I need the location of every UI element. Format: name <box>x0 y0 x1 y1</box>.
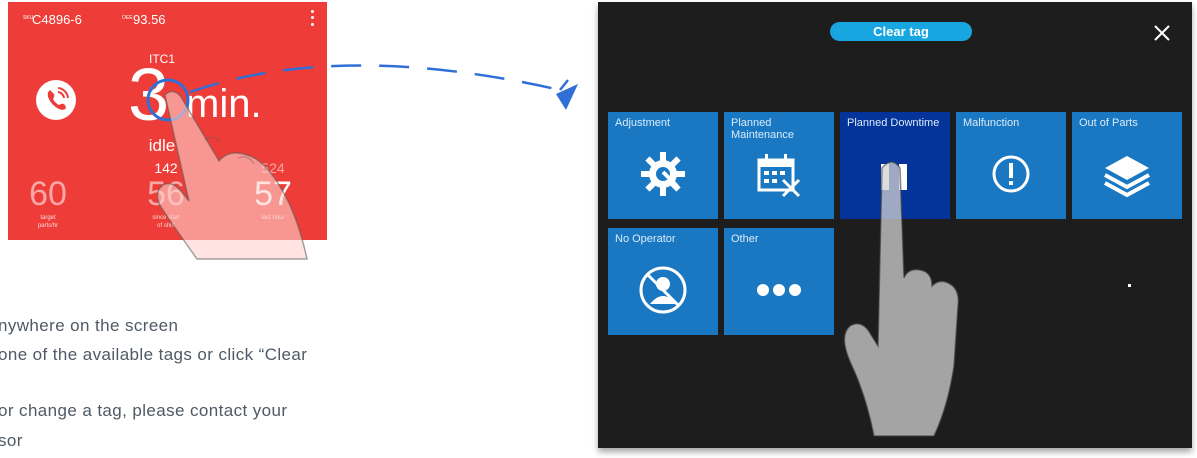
sku-value: C4896-6 <box>32 12 82 27</box>
tile-label: No Operator <box>615 233 676 245</box>
instruction-line-3: or change a tag, please contact your <box>0 401 288 420</box>
tag-dialog: Clear tag Adjustment Planned Maintenance <box>598 2 1192 448</box>
phone-icon <box>36 80 76 120</box>
machine-state: idle <box>148 136 176 155</box>
close-icon[interactable] <box>1151 22 1173 44</box>
tile-label: Planned Maintenance <box>731 117 794 141</box>
stat-shift-label-2: of shift <box>157 223 175 229</box>
tag-tile-adjustment[interactable]: Adjustment <box>608 112 718 219</box>
calendar-tools-icon <box>757 154 801 198</box>
stat-hour-value: 57 <box>254 175 292 213</box>
dashed-arrow-icon <box>189 64 578 110</box>
oee-value: 93.56 <box>133 12 166 27</box>
instruction-line-2: one of the available tags or click “Clea… <box>0 345 308 364</box>
tag-tile-planned-downtime[interactable]: Planned Downtime <box>840 112 950 219</box>
ellipsis-icon <box>757 284 801 296</box>
tag-tile-no-operator[interactable]: No Operator <box>608 228 718 335</box>
idle-duration-value: 3 <box>128 53 170 136</box>
tile-label: Malfunction <box>963 117 1020 129</box>
stat-shift-value: 56 <box>147 175 185 213</box>
tag-tile-malfunction[interactable]: Malfunction <box>956 112 1066 219</box>
stat-target-value: 60 <box>29 175 67 213</box>
stat-shift-label-1: since start <box>152 215 180 221</box>
tile-label: Other <box>731 233 759 245</box>
layers-icon <box>1104 156 1150 198</box>
stat-hour-count: 524 <box>261 160 285 176</box>
tile-label: Out of Parts <box>1079 117 1138 129</box>
stat-shift-count: 142 <box>154 160 178 176</box>
tag-tile-other[interactable]: Other <box>724 228 834 335</box>
instruction-line-1: nywhere on the screen <box>0 316 179 335</box>
tag-tile-planned-maintenance[interactable]: Planned Maintenance <box>724 112 834 219</box>
tile-label: Planned Downtime <box>847 117 940 129</box>
exclamation-circle-icon <box>992 155 1030 193</box>
stat-target-label-2: parts/hr <box>37 223 59 229</box>
stray-dot <box>1128 284 1131 287</box>
stat-target-label-1: target <box>40 215 56 221</box>
instruction-line-4: sor <box>0 431 23 450</box>
clear-tag-button[interactable]: Clear tag <box>830 22 972 41</box>
tag-tile-out-of-parts[interactable]: Out of Parts <box>1072 112 1182 219</box>
oee-label: OEE <box>122 15 133 21</box>
more-menu-icon[interactable] <box>306 8 318 28</box>
no-user-icon <box>639 266 687 314</box>
pause-icon <box>881 164 907 190</box>
gear-wrench-icon <box>641 152 685 196</box>
stat-hour-label-1: last hour <box>261 215 285 221</box>
tile-label: Adjustment <box>615 117 671 129</box>
